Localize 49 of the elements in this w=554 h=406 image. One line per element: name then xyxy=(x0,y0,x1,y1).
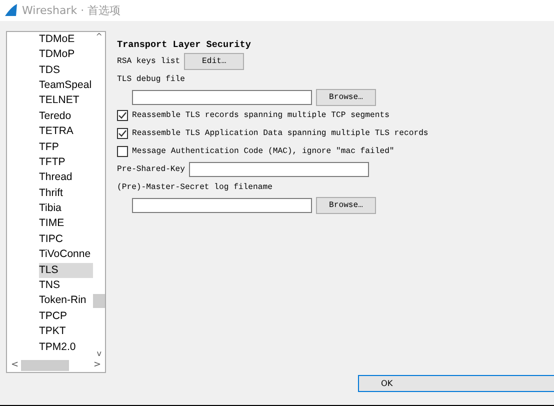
horizontal-scrollbar[interactable]: < > xyxy=(7,358,105,372)
file-path-field[interactable] xyxy=(132,198,312,214)
protocol-item[interactable]: Thread xyxy=(39,170,93,186)
browse-button[interactable]: Browse… xyxy=(316,197,376,214)
shark-fin-icon xyxy=(4,4,18,16)
protocol-item[interactable]: TELNET xyxy=(39,93,93,109)
protocol-item[interactable]: TIPC xyxy=(39,232,93,248)
checkbox[interactable] xyxy=(117,128,128,140)
section-title: Transport Layer Security xyxy=(117,38,252,52)
protocol-item[interactable]: TLS xyxy=(39,262,93,278)
protocol-item[interactable]: Tibia xyxy=(39,201,93,216)
window-title: Wireshark · 首选项 xyxy=(22,2,121,18)
protocol-item[interactable]: TiVoConne xyxy=(39,247,93,263)
setting-label: (Pre)-Master-Secret log filename xyxy=(117,183,272,192)
protocol-item[interactable]: TPCP xyxy=(39,308,93,324)
vertical-scrollbar[interactable]: ^ v xyxy=(93,32,105,359)
checkbox[interactable] xyxy=(117,146,128,158)
protocol-item[interactable]: TIME xyxy=(39,216,93,232)
protocol-item[interactable]: TDS xyxy=(39,62,93,78)
scroll-up-arrow[interactable]: ^ xyxy=(96,32,102,42)
checkbox-label: Reassemble TLS Application Data spanning multiple TLS records xyxy=(132,129,428,138)
protocol-item[interactable]: Thrift xyxy=(39,186,93,202)
protocol-item[interactable]: TETRA xyxy=(39,124,93,140)
edit-button[interactable]: Edit… xyxy=(184,53,244,70)
protocol-item[interactable]: TPKT xyxy=(39,324,93,340)
protocol-item[interactable]: TDMoE xyxy=(39,32,93,48)
setting-label: RSA keys list xyxy=(117,57,180,66)
scroll-down-arrow[interactable]: v xyxy=(96,348,102,359)
protocol-item[interactable]: TeamSpeal xyxy=(39,78,93,94)
protocol-item[interactable]: TNS xyxy=(39,278,93,294)
browse-button[interactable]: Browse… xyxy=(316,89,376,106)
protocol-item[interactable]: Teredo xyxy=(39,108,93,124)
setting-label: TLS debug file xyxy=(117,75,185,84)
ok-button[interactable]: OK xyxy=(358,374,554,392)
protocol-item[interactable]: TPM2.0 xyxy=(39,340,93,355)
protocol-item[interactable]: TDMoP xyxy=(39,47,93,63)
protocol-item[interactable]: TFTP xyxy=(39,154,93,170)
checkbox-label: Message Authentication Code (MAC), ignore "mac failed" xyxy=(132,147,394,156)
scrollbar-thumb[interactable] xyxy=(93,294,105,308)
key-field[interactable] xyxy=(189,162,369,178)
file-path-field[interactable] xyxy=(132,90,312,106)
protocol-item[interactable]: Token-Rin xyxy=(39,293,93,309)
protocol-item[interactable]: TFP xyxy=(39,140,93,155)
scrollbar-thumb[interactable] xyxy=(21,360,69,371)
checkbox-label: Reassemble TLS records spanning multiple TCP segments xyxy=(132,111,390,120)
checkbox[interactable] xyxy=(117,110,128,122)
scroll-right-arrow[interactable]: > xyxy=(93,360,101,370)
setting-label: Pre-Shared-Key xyxy=(117,165,185,174)
scroll-left-arrow[interactable]: < xyxy=(11,360,19,370)
